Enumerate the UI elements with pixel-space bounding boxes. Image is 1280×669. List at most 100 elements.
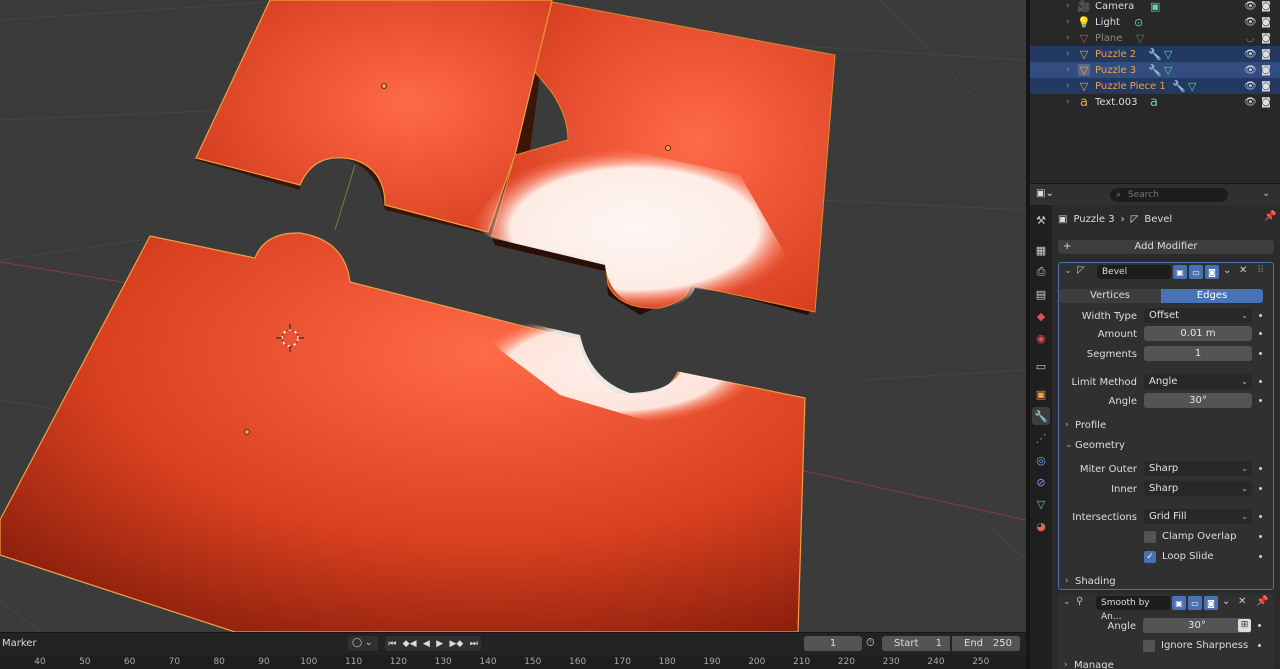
play-icon[interactable]: ▶ xyxy=(436,639,443,649)
render-camera-icon[interactable]: ◙ xyxy=(1260,81,1272,92)
expand-chevron-icon[interactable]: › xyxy=(1066,49,1070,59)
expand-chevron-icon[interactable]: › xyxy=(1066,81,1070,91)
render-camera-icon[interactable]: ◙ xyxy=(1260,33,1272,44)
profile-subpanel-header[interactable]: › Profile xyxy=(1065,420,1106,431)
scene-tab-icon[interactable]: ◆ xyxy=(1032,307,1050,325)
viewport-toggle-icon[interactable]: ▭ xyxy=(1188,596,1202,610)
render-toggle-icon[interactable]: ◙ xyxy=(1204,596,1218,610)
keyframe-dot[interactable] xyxy=(1258,624,1261,627)
tool-tab-icon[interactable]: ⚒ xyxy=(1032,211,1050,229)
eye-icon[interactable]: 👁 xyxy=(1244,17,1257,28)
keyframe-dot[interactable] xyxy=(1259,555,1262,558)
collection-tab-icon[interactable]: ▭ xyxy=(1032,357,1050,375)
start-frame-field[interactable]: Start 1 xyxy=(882,636,950,651)
modifier-name-field[interactable]: Bevel xyxy=(1097,265,1171,279)
keyframe-dot[interactable] xyxy=(1258,644,1261,647)
modifier-tab-icon[interactable]: 🔧 xyxy=(1032,407,1050,425)
expand-chevron-icon[interactable]: › xyxy=(1066,97,1070,107)
eye-icon[interactable]: 👁 xyxy=(1244,65,1257,76)
eye-closed-icon[interactable]: ◡ xyxy=(1244,33,1256,44)
keyframe-dot[interactable] xyxy=(1259,380,1262,383)
keyframe-dot[interactable] xyxy=(1259,535,1262,538)
editor-type-icon[interactable]: ▣⌄ xyxy=(1036,188,1058,202)
keyframe-dot[interactable] xyxy=(1259,515,1262,518)
affect-edges-tab[interactable]: Edges xyxy=(1161,289,1263,303)
amount-field[interactable]: 0.01 m xyxy=(1144,326,1252,341)
current-frame-field[interactable]: 1 xyxy=(804,636,862,651)
pin-icon[interactable]: 📌 xyxy=(1264,211,1276,222)
ignore-sharpness-checkbox[interactable] xyxy=(1143,640,1155,652)
frame-ruler[interactable]: 40 50 60 70 80 90 100 110 120 130 140 150 160 170 180 1… xyxy=(0,655,1026,669)
chevron-down-icon[interactable]: ⌄ xyxy=(1222,596,1230,607)
3d-viewport[interactable] xyxy=(0,0,1026,632)
material-tab-icon[interactable]: ◕ xyxy=(1032,517,1050,535)
limit-method-select[interactable]: Angle ⌄ xyxy=(1144,374,1252,389)
render-tab-icon[interactable]: ▦ xyxy=(1032,241,1050,259)
expand-chevron-icon[interactable]: › xyxy=(1066,33,1070,43)
smooth-angle-field[interactable]: 30° xyxy=(1143,618,1251,633)
attribute-toggle-icon[interactable]: ⊞ xyxy=(1238,619,1251,632)
edit-mode-toggle-icon[interactable]: ▣ xyxy=(1172,596,1186,610)
eye-icon[interactable]: 👁 xyxy=(1244,81,1257,92)
affect-vertices-tab[interactable]: Vertices xyxy=(1059,289,1161,303)
drag-handle-icon[interactable]: ⠿ xyxy=(1257,265,1264,276)
segments-field[interactable]: 1 xyxy=(1144,346,1252,361)
particles-tab-icon[interactable]: ⋰ xyxy=(1032,429,1050,447)
render-camera-icon[interactable]: ◙ xyxy=(1260,1,1272,12)
viewport-toggle-icon[interactable]: ▭ xyxy=(1189,265,1203,279)
clock-icon[interactable]: ⏱ xyxy=(866,636,875,650)
modifier-name-field[interactable]: Smooth by An... xyxy=(1096,596,1170,622)
render-camera-icon[interactable]: ◙ xyxy=(1260,97,1272,108)
width-type-select[interactable]: Offset ⌄ xyxy=(1144,308,1252,323)
output-tab-icon[interactable]: ⎙ xyxy=(1032,263,1050,281)
loop-slide-checkbox[interactable]: ✓ xyxy=(1144,551,1156,563)
keying-toggle-button[interactable]: ◯ ⌄ xyxy=(348,636,378,651)
collapse-chevron-icon[interactable]: ⌄ xyxy=(1063,597,1071,607)
intersections-select[interactable]: Grid Fill ⌄ xyxy=(1144,509,1252,524)
collapse-chevron-icon[interactable]: ⌄ xyxy=(1064,266,1072,276)
next-keyframe-icon[interactable]: ▶◆ xyxy=(449,639,463,649)
marker-menu[interactable]: Marker xyxy=(2,638,37,649)
eye-icon[interactable]: 👁 xyxy=(1244,49,1257,60)
keyframe-dot[interactable] xyxy=(1259,332,1262,335)
render-camera-icon[interactable]: ◙ xyxy=(1260,17,1272,28)
chevron-down-icon[interactable]: ⌄ xyxy=(1262,188,1270,199)
keyframe-dot[interactable] xyxy=(1259,399,1262,402)
outliner-row-puzzle-2[interactable]: › ▽ Puzzle 2 🔧 ▽ 👁 ◙ xyxy=(1030,46,1280,62)
close-icon[interactable]: ✕ xyxy=(1238,596,1246,607)
end-frame-field[interactable]: End 250 xyxy=(952,636,1020,651)
keyframe-dot[interactable] xyxy=(1259,352,1262,355)
add-modifier-button[interactable]: + Add Modifier xyxy=(1058,240,1274,254)
shading-subpanel-header[interactable]: › Shading xyxy=(1065,576,1116,587)
close-icon[interactable]: ✕ xyxy=(1239,265,1247,276)
expand-chevron-icon[interactable]: › xyxy=(1066,1,1070,11)
outliner-row-text-003[interactable]: › a Text.003 a 👁 ◙ xyxy=(1030,94,1280,110)
prev-keyframe-icon[interactable]: ◆◀ xyxy=(403,639,417,649)
render-camera-icon[interactable]: ◙ xyxy=(1260,65,1272,76)
outliner-row-puzzle-piece-1[interactable]: › ▽ Puzzle Piece 1 🔧 ▽ 👁 ◙ xyxy=(1030,78,1280,94)
keyframe-dot[interactable] xyxy=(1259,487,1262,490)
render-toggle-icon[interactable]: ◙ xyxy=(1205,265,1219,279)
miter-outer-select[interactable]: Sharp ⌄ xyxy=(1144,461,1252,476)
pin-icon[interactable]: 📌 xyxy=(1256,596,1268,607)
properties-search-input[interactable]: ⌕ Search xyxy=(1110,188,1228,202)
render-camera-icon[interactable]: ◙ xyxy=(1260,49,1272,60)
eye-icon[interactable]: 👁 xyxy=(1244,1,1257,12)
constraints-tab-icon[interactable]: ⊘ xyxy=(1032,473,1050,491)
manage-subpanel-header[interactable]: › Manage xyxy=(1064,660,1114,669)
chevron-down-icon[interactable]: ⌄ xyxy=(1223,265,1231,276)
outliner-row-light[interactable]: › 💡 Light ⊙ 👁 ◙ xyxy=(1030,14,1280,30)
jump-end-icon[interactable]: ⏭ xyxy=(470,639,478,649)
inner-select[interactable]: Sharp ⌄ xyxy=(1144,481,1252,496)
outliner-row-camera[interactable]: › 🎥 Camera ▣ 👁 ◙ xyxy=(1030,0,1280,14)
geometry-subpanel-header[interactable]: ⌄ Geometry xyxy=(1065,440,1125,451)
play-reverse-icon[interactable]: ◀ xyxy=(423,639,430,649)
physics-tab-icon[interactable]: ◎ xyxy=(1032,451,1050,469)
world-tab-icon[interactable]: ◉ xyxy=(1032,329,1050,347)
jump-start-icon[interactable]: ⏮ xyxy=(388,639,396,649)
angle-field[interactable]: 30° xyxy=(1144,393,1252,408)
view-layer-tab-icon[interactable]: ▤ xyxy=(1032,285,1050,303)
object-tab-icon[interactable]: ▣ xyxy=(1032,385,1050,403)
keyframe-dot[interactable] xyxy=(1259,314,1262,317)
keyframe-dot[interactable] xyxy=(1259,467,1262,470)
